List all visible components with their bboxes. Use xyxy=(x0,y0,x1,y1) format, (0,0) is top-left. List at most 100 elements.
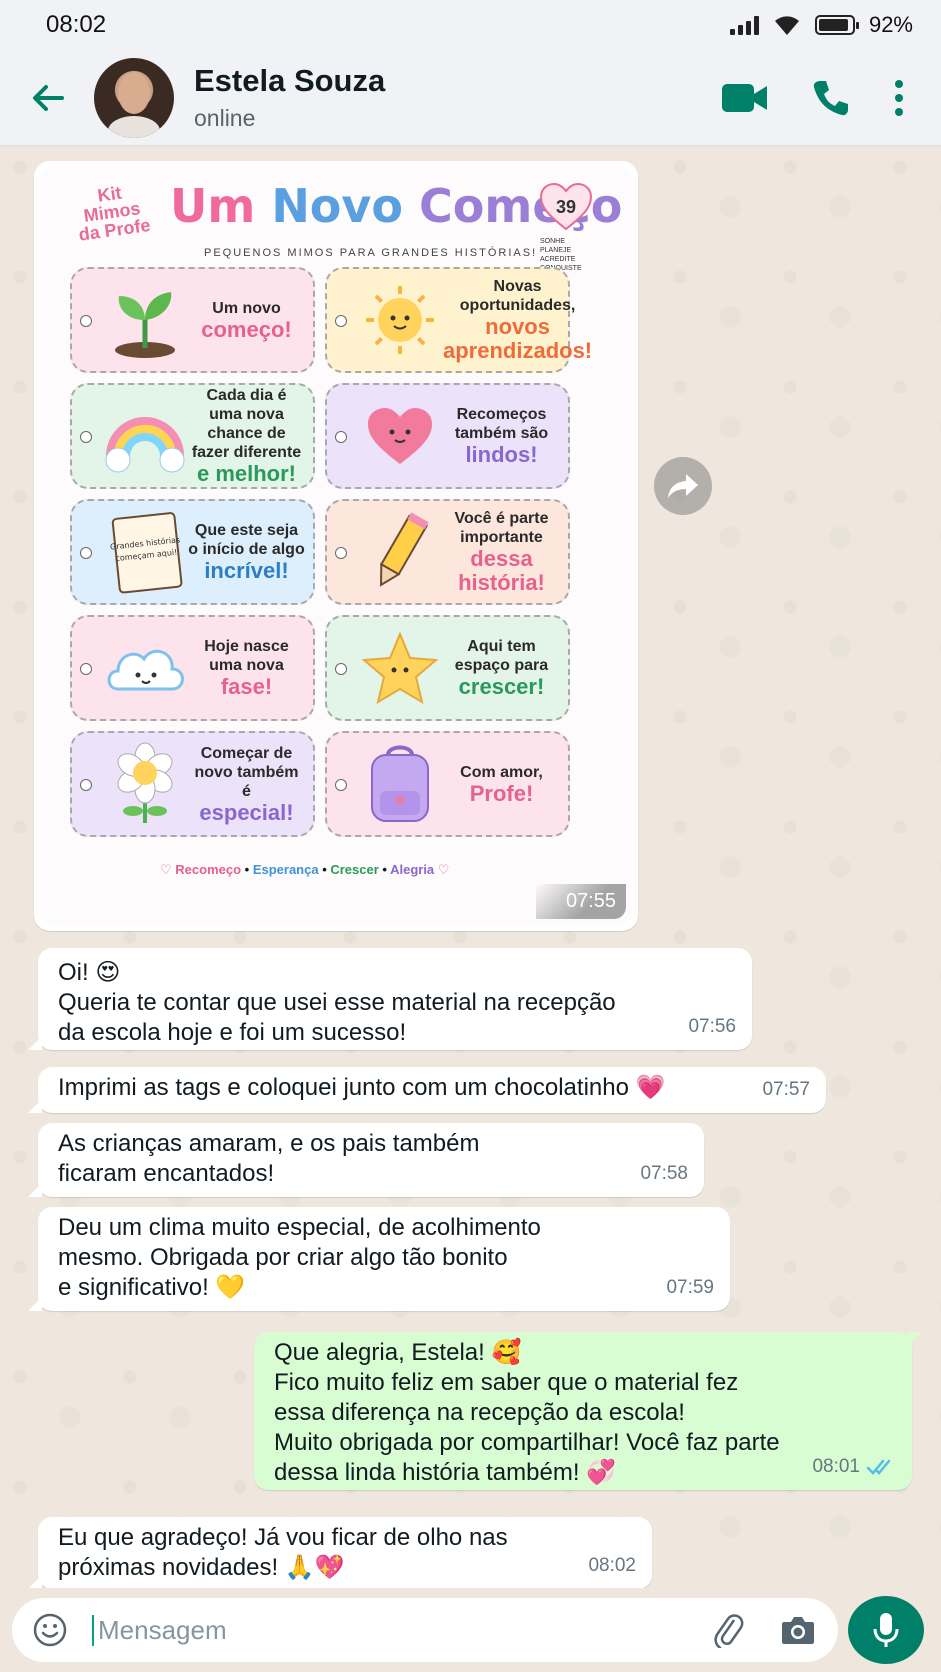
cloud-icon xyxy=(102,625,188,711)
message-time: 08:02 xyxy=(588,1555,636,1576)
tag-text: Você é parte importante dessa história! xyxy=(454,510,549,595)
tag-text: Aqui tem espaço para crescer! xyxy=(454,638,549,699)
message-text: Oi! 😍 Queria te contar que usei esse mat… xyxy=(58,959,616,1046)
tag-hole xyxy=(335,663,347,675)
camera-button[interactable] xyxy=(776,1608,820,1652)
double-check-icon xyxy=(866,1459,891,1475)
paperclip-icon xyxy=(714,1614,744,1648)
gift-tag: Novas oportunidades, novos aprendizados! xyxy=(325,267,592,373)
message-bubble-outgoing[interactable]: Que alegria, Estela! 🥰 Fico muito feliz … xyxy=(254,1332,922,1490)
avatar[interactable] xyxy=(94,57,174,138)
gift-tag: Aqui tem espaço para crescer! xyxy=(325,615,570,721)
tag-hole xyxy=(335,547,347,559)
heart-icon xyxy=(357,393,443,479)
contact-status: online xyxy=(194,105,256,131)
message-input-container xyxy=(12,1598,838,1662)
tag-hole xyxy=(80,431,92,443)
tag-hole xyxy=(80,547,92,559)
backpack-icon xyxy=(357,741,443,827)
message-text: As crianças amaram, e os pais também fic… xyxy=(58,1130,480,1187)
notebook-icon: Grandes histórias começam aqui! xyxy=(102,509,188,595)
pencil-icon xyxy=(357,509,443,595)
status-bar: 08:02 92% xyxy=(0,0,941,50)
wifi-icon xyxy=(774,16,799,35)
voice-message-button[interactable] xyxy=(848,1596,924,1664)
poster-footer: ♡ Recomeço • Esperança • Crescer • Alegr… xyxy=(160,862,450,877)
message-time: 07:57 xyxy=(762,1079,810,1100)
gift-tag: Você é parte importante dessa história! xyxy=(325,499,570,605)
star-icon xyxy=(357,625,443,711)
message-input[interactable] xyxy=(92,1614,680,1646)
gift-tag: Grandes histórias começam aqui! Que este … xyxy=(70,499,315,605)
message-bubble[interactable]: As crianças amaram, e os pais também fic… xyxy=(28,1123,704,1197)
tag-hole xyxy=(335,315,347,327)
tag-hole xyxy=(335,431,347,443)
tag-text: Começar de novo também é especial! xyxy=(194,744,299,825)
chat-header: Estela Souza online xyxy=(0,50,941,146)
video-camera-icon xyxy=(722,83,767,112)
message-text: Deu um clima muito especial, de acolhime… xyxy=(58,1214,541,1301)
tag-text: Que este seja o início de algo incrível! xyxy=(188,522,305,583)
status-time: 08:02 xyxy=(46,11,107,38)
emoji-button[interactable] xyxy=(30,1610,70,1650)
flower-icon xyxy=(102,741,188,827)
signal-icon xyxy=(729,15,759,35)
input-bar xyxy=(0,1588,941,1672)
tag-hole xyxy=(80,315,92,327)
voice-call-button[interactable] xyxy=(811,78,851,118)
message-time: 07:56 xyxy=(688,1016,736,1037)
more-options-button[interactable] xyxy=(893,78,905,118)
tag-hole xyxy=(335,779,347,791)
video-call-button[interactable] xyxy=(721,82,769,114)
kit-logo: Kit Mimos da Profe xyxy=(77,182,152,245)
gift-tag: Um novo começo! xyxy=(70,267,315,373)
battery-percent: 92% xyxy=(868,12,913,37)
message-bubble[interactable]: Deu um clima muito especial, de acolhime… xyxy=(28,1207,730,1311)
forward-arrow-icon xyxy=(668,474,698,498)
gift-tag: Cada dia é uma nova chance de fazer dife… xyxy=(70,383,315,489)
rainbow-icon xyxy=(102,393,188,479)
message-time: 07:59 xyxy=(666,1277,714,1298)
number-badge: 39 xyxy=(538,181,594,233)
tag-text: Um novo começo! xyxy=(201,299,292,342)
smiley-icon xyxy=(33,1613,67,1647)
tag-text: Novas oportunidades, novos aprendizados! xyxy=(443,278,593,363)
battery-icon xyxy=(814,15,859,35)
gift-tag: Começar de novo também é especial! xyxy=(70,731,315,837)
back-button[interactable] xyxy=(20,70,76,126)
arrow-left-icon xyxy=(33,84,64,111)
kebab-menu-icon xyxy=(895,79,903,116)
forward-button[interactable] xyxy=(654,457,712,515)
poster-image[interactable]: Kit Mimos da Profe Um Novo Começo PEQUEN… xyxy=(40,167,632,925)
message-time: 08:01 xyxy=(812,1456,860,1477)
gift-tag: Recomeços também são lindos! xyxy=(325,383,570,489)
image-timestamp: 07:55 xyxy=(535,884,626,919)
phone-icon xyxy=(813,80,848,115)
tag-text: Hoje nasce uma nova fase! xyxy=(204,638,289,699)
message-bubble[interactable]: Eu que agradeço! Já vou ficar de olho na… xyxy=(28,1517,652,1589)
message-text: Imprimi as tags e coloquei junto com um … xyxy=(58,1074,666,1101)
poster-subtitle: PEQUENOS MIMOS PARA GRANDES HISTÓRIAS! xyxy=(204,247,538,259)
tag-grid: Um novo começo! Novas oportunidades, nov… xyxy=(70,267,592,837)
sprout-icon xyxy=(102,277,188,363)
contact-name: Estela Souza xyxy=(194,63,386,98)
message-bubble[interactable]: Imprimi as tags e coloquei junto com um … xyxy=(28,1067,826,1113)
message-time: 07:58 xyxy=(640,1163,688,1184)
attach-button[interactable] xyxy=(706,1608,750,1652)
gift-tag: Com amor, Profe! xyxy=(325,731,570,837)
tag-text: Com amor, Profe! xyxy=(460,763,543,806)
message-bubble[interactable]: Oi! 😍 Queria te contar que usei esse mat… xyxy=(28,948,752,1050)
message-text: Que alegria, Estela! 🥰 Fico muito feliz … xyxy=(274,1339,780,1486)
camera-icon xyxy=(782,1617,814,1644)
message-text: Eu que agradeço! Já vou ficar de olho na… xyxy=(58,1524,508,1581)
tag-hole xyxy=(80,779,92,791)
image-message[interactable]: Kit Mimos da Profe Um Novo Começo PEQUEN… xyxy=(34,161,638,931)
gift-tag: Hoje nasce uma nova fase! xyxy=(70,615,315,721)
tag-text: Recomeços também são lindos! xyxy=(454,406,549,467)
microphone-icon xyxy=(873,1613,899,1647)
contact-info[interactable]: Estela Souza online xyxy=(194,63,721,132)
chat-area[interactable]: Kit Mimos da Profe Um Novo Começo PEQUEN… xyxy=(0,147,941,1589)
tag-text: Cada dia é uma nova chance de fazer dife… xyxy=(191,387,302,486)
tag-hole xyxy=(80,663,92,675)
sun-icon xyxy=(357,277,443,363)
